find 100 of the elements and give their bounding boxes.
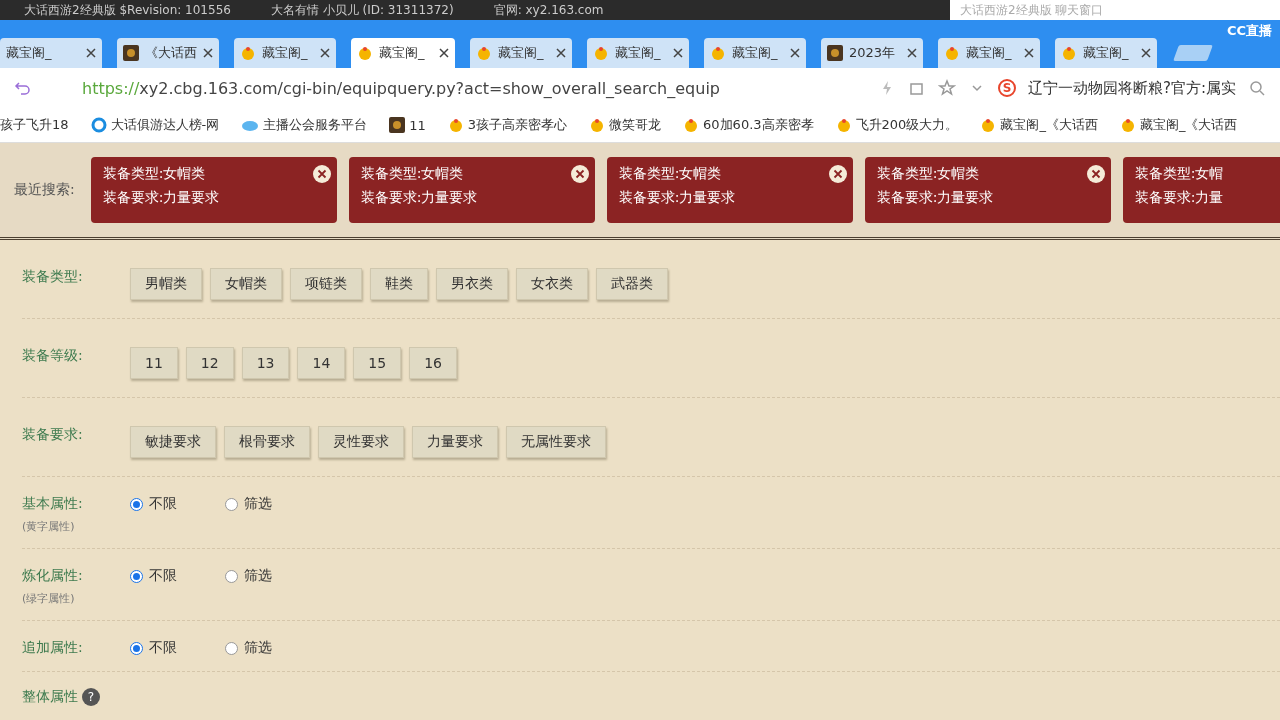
close-icon[interactable] bbox=[907, 48, 917, 58]
filter-option-button[interactable]: 11 bbox=[130, 347, 178, 379]
radio-label: 筛选 bbox=[244, 567, 272, 585]
filter-option-button[interactable]: 敏捷要求 bbox=[130, 426, 216, 458]
filter-option-button[interactable]: 12 bbox=[185, 347, 234, 379]
radio-button[interactable] bbox=[130, 497, 143, 511]
radio-button[interactable] bbox=[130, 641, 143, 655]
bookmark-link[interactable]: 3孩子高亲密孝心 bbox=[467, 116, 568, 134]
search-icon[interactable] bbox=[1248, 79, 1266, 97]
filter-option-button[interactable]: 灵性要求 bbox=[318, 426, 404, 458]
address-field[interactable]: https://xy2.cbg.163.com/cgi-bin/equipquery.py?act=show_overall_search_equip bbox=[82, 78, 866, 98]
browser-tab[interactable]: 藏宝阁_ bbox=[0, 38, 102, 68]
radio-button[interactable] bbox=[130, 569, 143, 583]
radio-label: 筛选 bbox=[244, 639, 272, 657]
help-icon[interactable]: ? bbox=[82, 688, 100, 706]
card-text: 装备要求:力量 bbox=[1134, 189, 1224, 207]
radio-button[interactable] bbox=[225, 497, 238, 511]
close-icon[interactable] bbox=[203, 48, 213, 58]
undo-icon[interactable] bbox=[14, 79, 32, 97]
filter-option-button[interactable]: 根骨要求 bbox=[224, 426, 310, 458]
bookmark-link[interactable]: 孩子飞升18 bbox=[0, 116, 69, 134]
filter-option-button[interactable]: 鞋类 bbox=[370, 268, 428, 300]
star-icon[interactable] bbox=[938, 79, 956, 97]
chick-icon bbox=[447, 118, 464, 132]
bookmark-link[interactable]: 飞升200级大力。 bbox=[855, 116, 959, 134]
card-text: 装备类型:女帽 bbox=[1134, 165, 1224, 183]
filter-option-button[interactable]: 项链类 bbox=[290, 268, 362, 300]
close-icon[interactable] bbox=[86, 48, 96, 58]
bookmark-link[interactable]: 大话俱游达人榜-网 bbox=[110, 116, 220, 134]
close-icon[interactable] bbox=[312, 165, 331, 183]
bookmark-link[interactable]: 11 bbox=[409, 117, 426, 133]
close-icon[interactable] bbox=[1141, 48, 1151, 58]
filter-option-button[interactable]: 14 bbox=[297, 347, 346, 379]
chick-icon bbox=[476, 46, 492, 60]
chick-icon bbox=[980, 118, 997, 132]
filter-label: 装备要求: bbox=[22, 426, 84, 444]
filter-option-button[interactable]: 15 bbox=[353, 347, 402, 379]
recent-search-card[interactable]: 装备类型:女帽类 装备要求:力量要求 bbox=[90, 157, 337, 223]
card-text: 装备要求:力量要求 bbox=[102, 189, 220, 207]
card-text: 装备类型:女帽类 bbox=[876, 165, 980, 183]
chick-icon bbox=[944, 46, 960, 60]
card-text: 装备类型:女帽类 bbox=[360, 165, 464, 183]
card-text: 装备要求:力量要求 bbox=[360, 189, 478, 207]
recent-search-card[interactable]: 装备类型:女帽类 装备要求:力量要求 bbox=[864, 157, 1111, 223]
browser-tab[interactable]: 藏宝阁_ bbox=[587, 38, 689, 68]
filter-note: (黄字属性) bbox=[22, 519, 76, 534]
website-text: 官网: xy2.163.com bbox=[493, 1, 604, 19]
radio-label: 不限 bbox=[149, 567, 177, 585]
player-name: 大名有情 小贝儿 (ID: 31311372) bbox=[270, 1, 454, 19]
chick-icon bbox=[593, 46, 609, 60]
close-icon[interactable] bbox=[570, 165, 589, 183]
browser-tab[interactable]: 2023年 bbox=[821, 38, 923, 68]
filter-label: 装备等级: bbox=[22, 347, 84, 365]
search-suggestion[interactable]: 辽宁一动物园将断粮?官方:属实 bbox=[1028, 78, 1236, 98]
recent-search-card[interactable]: 装备类型:女帽类 装备要求:力量要求 bbox=[348, 157, 595, 223]
browser-tab[interactable]: 藏宝阁_ bbox=[234, 38, 336, 68]
browser-tab[interactable]: 藏宝阁_ bbox=[470, 38, 572, 68]
ring-icon bbox=[90, 117, 107, 133]
bookmark-link[interactable]: 主播公会服务平台 bbox=[263, 116, 368, 134]
filter-option-button[interactable]: 力量要求 bbox=[412, 426, 498, 458]
radio-button[interactable] bbox=[225, 569, 238, 583]
search-engine-icon[interactable]: S bbox=[998, 79, 1016, 97]
radio-label: 筛选 bbox=[244, 495, 272, 513]
bookmark-link[interactable]: 微笑哥龙 bbox=[609, 116, 662, 134]
browser-tab[interactable]: 藏宝阁_ bbox=[704, 38, 806, 68]
bookmark-link[interactable]: 60加60.3高亲密孝 bbox=[703, 116, 814, 134]
close-icon[interactable] bbox=[1086, 165, 1105, 183]
radio-button[interactable] bbox=[225, 641, 238, 655]
filter-option-button[interactable]: 无属性要求 bbox=[506, 426, 606, 458]
close-icon[interactable] bbox=[1024, 48, 1034, 58]
bookmark-link[interactable]: 藏宝阁_《大话西 bbox=[1000, 116, 1098, 134]
close-icon[interactable] bbox=[673, 48, 683, 58]
close-icon[interactable] bbox=[439, 48, 449, 58]
close-icon[interactable] bbox=[828, 165, 847, 183]
browser-tab[interactable]: 藏宝阁_ bbox=[938, 38, 1040, 68]
logo: CC直播 bbox=[1226, 22, 1272, 40]
browser-tab[interactable]: 藏宝阁_ bbox=[351, 38, 455, 68]
chick-icon bbox=[357, 46, 373, 60]
close-icon[interactable] bbox=[320, 48, 330, 58]
window-title: 大话西游2经典版 $Revision: 101556 bbox=[24, 1, 231, 19]
chick-icon bbox=[589, 118, 606, 132]
browser-tab[interactable]: 《大话西 bbox=[117, 38, 219, 68]
browser-tab[interactable]: 藏宝阁_ bbox=[1055, 38, 1157, 68]
filter-note: (绿字属性) bbox=[22, 591, 76, 606]
filter-option-button[interactable]: 16 bbox=[409, 347, 457, 379]
filter-option-button[interactable]: 男帽类 bbox=[130, 268, 202, 300]
bookmark-link[interactable]: 藏宝阁_《大话西 bbox=[1139, 116, 1238, 134]
close-icon[interactable] bbox=[556, 48, 566, 58]
filter-option-button[interactable]: 女衣类 bbox=[516, 268, 588, 300]
recent-search-card[interactable]: 装备类型:女帽类 装备要求:力量要求 bbox=[606, 157, 853, 223]
filter-option-button[interactable]: 男衣类 bbox=[436, 268, 508, 300]
chick-icon bbox=[683, 118, 700, 132]
filter-option-button[interactable]: 女帽类 bbox=[210, 268, 282, 300]
filter-label: 追加属性: bbox=[22, 639, 84, 657]
radio-label: 不限 bbox=[149, 495, 177, 513]
recent-search-card[interactable]: 装备类型:女帽 装备要求:力量 bbox=[1122, 157, 1280, 223]
filter-label: 炼化属性: bbox=[22, 567, 84, 585]
close-icon[interactable] bbox=[790, 48, 800, 58]
filter-option-button[interactable]: 武器类 bbox=[596, 268, 668, 300]
filter-option-button[interactable]: 13 bbox=[241, 347, 290, 379]
